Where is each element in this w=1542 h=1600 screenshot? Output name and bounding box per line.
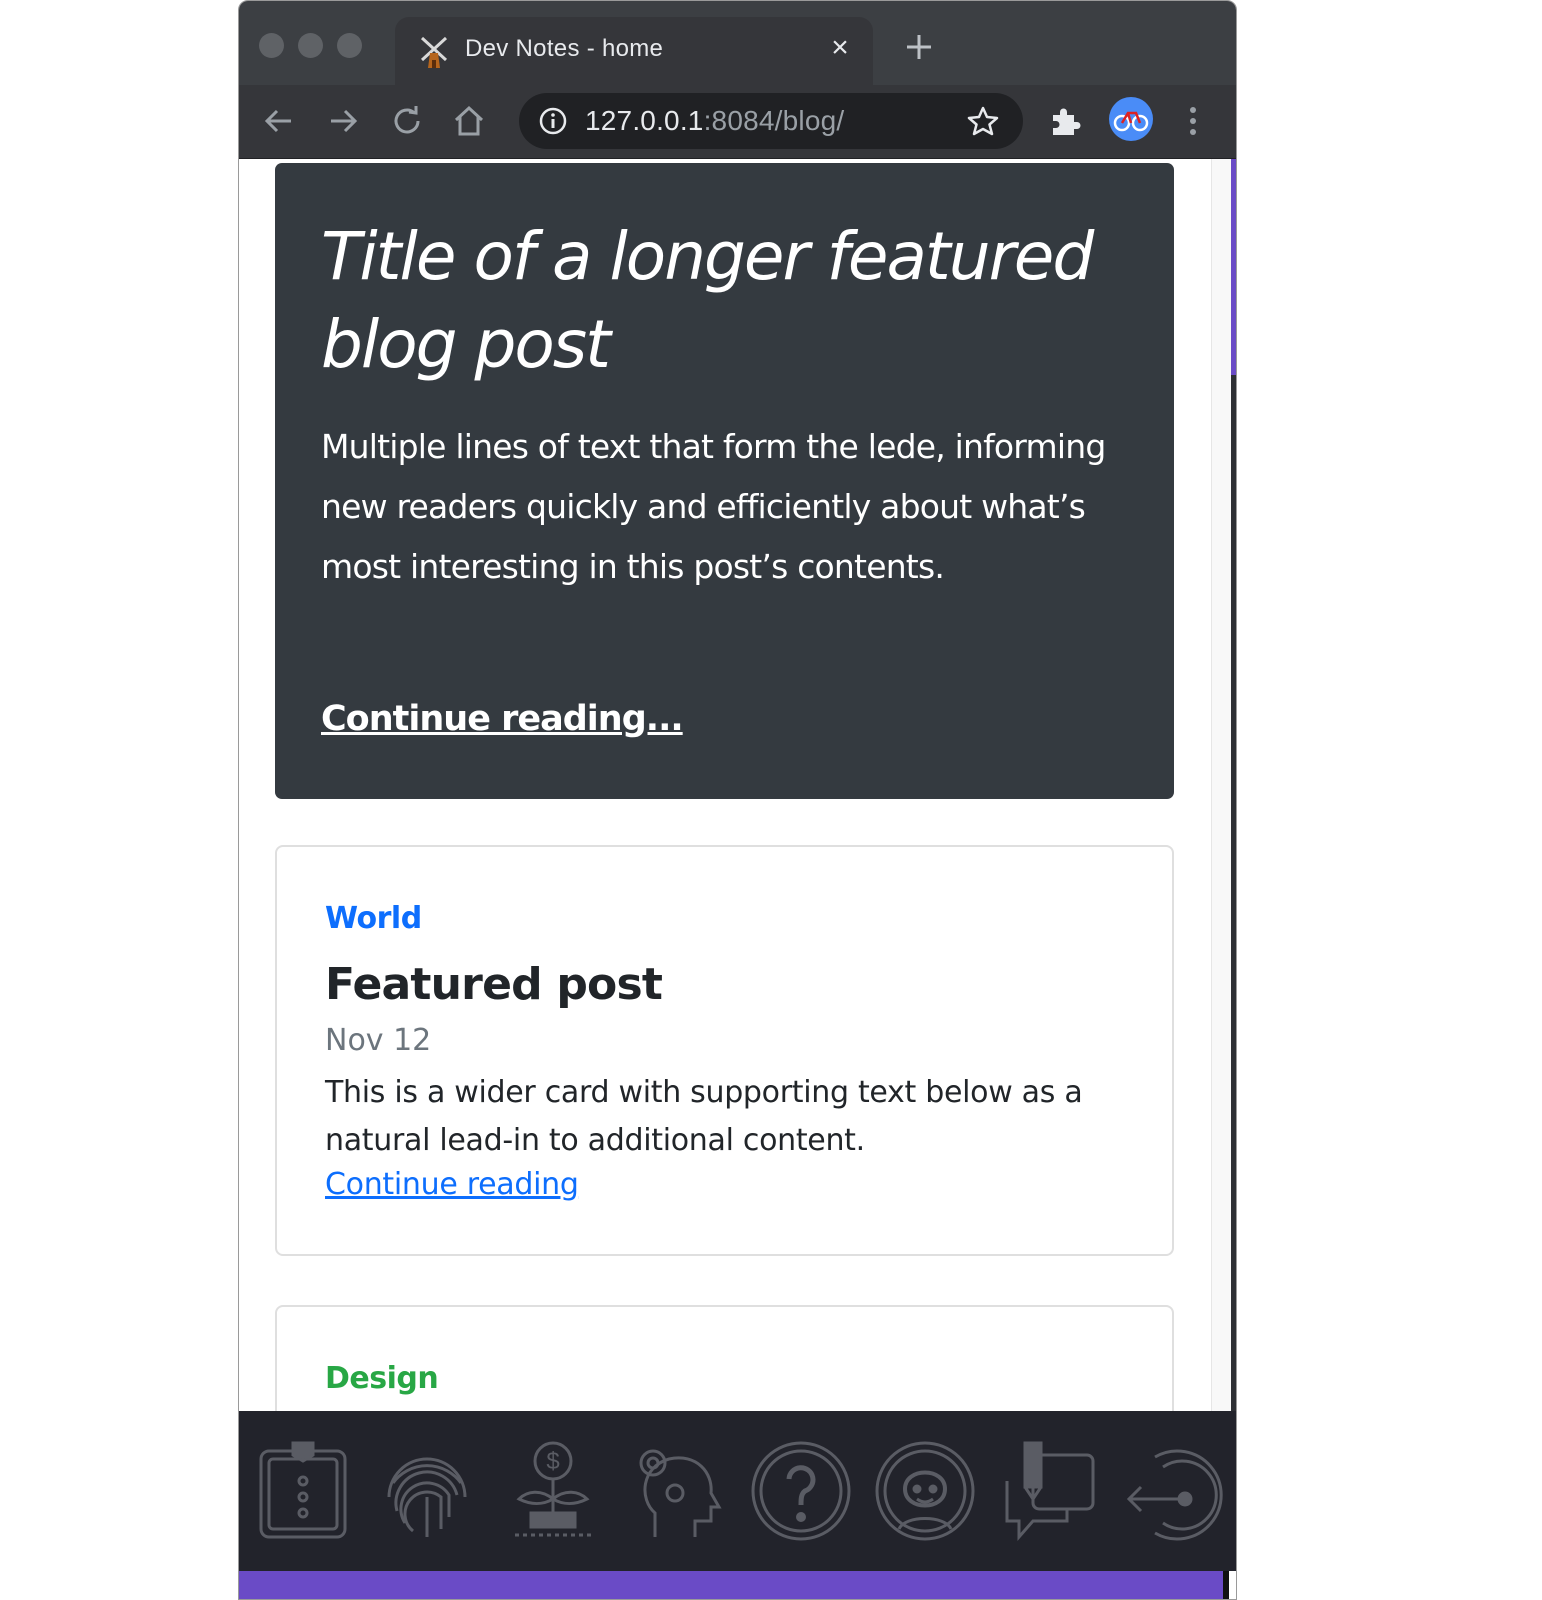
clipboard-icon[interactable] [251,1437,355,1545]
profile-avatar[interactable] [1109,97,1153,141]
close-window-button[interactable] [259,33,284,58]
post-card: Design [275,1305,1174,1411]
chat-pen-icon[interactable] [997,1437,1101,1545]
url-host: 127.0.0.1 [585,105,704,136]
icon-dock: $ [239,1411,1236,1571]
hero-title: Title of a longer featured blog post [321,218,1094,383]
card-category: Design [325,1361,439,1396]
back-icon[interactable] [261,103,297,139]
svg-text:$: $ [546,1448,559,1475]
scroll-accent-thumb[interactable] [1231,159,1236,375]
dock-accent-bar [239,1571,1223,1599]
close-tab-icon[interactable]: × [825,33,855,63]
browser-toolbar: 127.0.0.1:8084/blog/ [239,85,1236,159]
kebab-menu-icon[interactable] [1187,103,1199,139]
maximize-window-button[interactable] [337,33,362,58]
url-path: :8084/blog/ [703,105,845,136]
hero-continue-link[interactable]: Continue reading... [321,699,684,739]
tab-dev-notes[interactable]: Dev Notes - home × [395,17,873,85]
card-text: This is a wider card with supporting tex… [325,1075,1083,1158]
tab-title: Dev Notes - home [465,35,664,62]
page-viewport[interactable]: Title of a longer featured blog post Mul… [239,159,1236,1411]
money-plant-icon[interactable]: $ [501,1437,605,1545]
dock-accent-end [1223,1571,1229,1599]
address-bar[interactable]: 127.0.0.1:8084/blog/ [519,93,1023,149]
new-tab-icon[interactable] [903,31,935,63]
featured-hero: Title of a longer featured blog post Mul… [275,163,1174,799]
forward-icon[interactable] [325,103,361,139]
question-icon[interactable] [749,1437,853,1545]
logout-icon[interactable] [1121,1437,1225,1545]
fingerprint-icon[interactable] [375,1437,479,1545]
extensions-puzzle-icon[interactable] [1047,103,1083,139]
head-gear-icon[interactable] [625,1437,729,1545]
minimize-window-button[interactable] [298,33,323,58]
post-card: World Featured post Nov 12 This is a wid… [275,845,1174,1256]
face-icon[interactable] [873,1437,977,1545]
windmill-icon [420,36,448,68]
bookmark-star-icon[interactable] [967,105,999,137]
reload-icon[interactable] [389,103,425,139]
home-icon[interactable] [451,103,487,139]
hero-lede: Multiple lines of text that form the led… [321,427,1106,586]
tab-strip: Dev Notes - home × [239,1,1236,85]
browser-window: Dev Notes - home × 127.0.0.1:8084/blog/ … [238,0,1237,1600]
card-title: Featured post [325,959,663,1010]
url-text: 127.0.0.1:8084/blog/ [585,105,844,137]
bicycle-icon [1113,111,1149,132]
card-date: Nov 12 [325,1023,432,1058]
site-info-icon[interactable] [539,107,567,135]
card-category: World [325,901,422,936]
card-continue-link[interactable]: Continue reading [325,1167,579,1202]
